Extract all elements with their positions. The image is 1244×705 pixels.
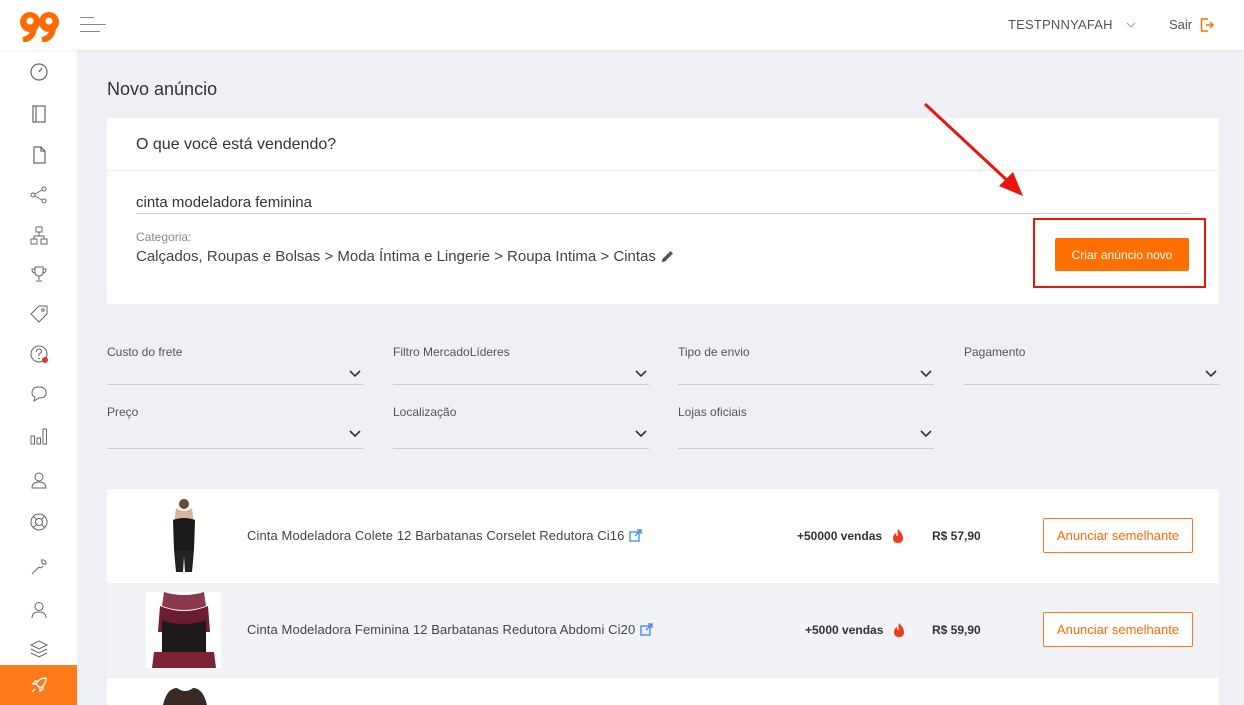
chevron-down-icon (920, 370, 932, 378)
sidebar-item-trophy[interactable] (0, 254, 77, 294)
sidebar-item-share[interactable] (0, 175, 77, 215)
external-link-icon[interactable] (629, 529, 643, 542)
product-row: Cinta Modeladora Colete 12 Barbatanas Co… (107, 489, 1219, 583)
chevron-down-icon (635, 430, 647, 438)
logout-button[interactable]: Sair (1169, 17, 1215, 32)
sidebar-item-document[interactable] (0, 135, 77, 175)
trophy-icon (30, 266, 47, 282)
filter-label: Localização (393, 405, 457, 419)
logout-label: Sair (1169, 17, 1193, 32)
filter-label: Lojas oficiais (678, 405, 747, 419)
sidebar-item-notebook[interactable] (0, 94, 77, 134)
sidebar-item-tools[interactable] (0, 547, 77, 587)
help-icon (30, 345, 48, 363)
chevron-down-icon (1205, 370, 1217, 378)
product-image[interactable] (146, 592, 221, 668)
sidebar-item-support[interactable] (0, 502, 77, 542)
layers-icon (29, 640, 48, 658)
category-label: Categoria: (136, 230, 192, 244)
chevron-down-icon (349, 430, 361, 438)
sidebar-item-layers[interactable] (0, 634, 77, 664)
share-icon (30, 186, 46, 204)
category-path-text: Calçados, Roupas e Bolsas > Moda Íntima … (136, 248, 656, 265)
chat-icon (30, 386, 47, 403)
logout-icon (1200, 17, 1215, 32)
filter-label: Preço (107, 405, 139, 419)
sales-count: +5000 vendas (805, 623, 884, 637)
external-link-icon[interactable] (640, 623, 653, 636)
brand-logo[interactable] (19, 10, 61, 43)
sales-count: +50000 vendas (797, 529, 883, 543)
sidebar-item-chat[interactable] (0, 374, 77, 414)
sidebar-item-help[interactable] (0, 334, 77, 374)
sidebar-item-hierarchy[interactable] (0, 216, 77, 256)
rocket-icon (31, 677, 47, 693)
chevron-down-icon (349, 370, 361, 378)
list-similar-button[interactable]: Anunciar semelhante (1043, 518, 1193, 553)
lifebuoy-icon (30, 513, 47, 531)
product-title-text: Cinta Modeladora Feminina 12 Barbatanas … (247, 622, 636, 637)
filter-label: Pagamento (964, 345, 1026, 359)
filter-shipping-cost[interactable]: Custo do frete (107, 345, 363, 385)
product-title-text: Cinta Modeladora Colete 12 Barbatanas Co… (247, 528, 625, 543)
filter-shipping-type[interactable]: Tipo de envio (678, 345, 934, 385)
filter-official-stores[interactable]: Lojas oficiais (678, 405, 934, 449)
fire-icon (893, 529, 904, 543)
tag-icon (29, 305, 47, 323)
sidebar (0, 50, 77, 705)
wrench-icon (31, 559, 47, 575)
filter-label: Custo do frete (107, 345, 183, 359)
product-row: Cinta Modeladora Feminina 12 Barbatanas … (107, 583, 1219, 677)
top-bar: TESTPNNYAFAH Sair (0, 0, 1244, 50)
filter-payment[interactable]: Pagamento (964, 345, 1219, 385)
product-price: R$ 57,90 (932, 529, 981, 543)
product-image[interactable] (146, 498, 221, 574)
sidebar-item-account[interactable] (0, 590, 77, 630)
username: TESTPNNYAFAH (1008, 17, 1113, 32)
bar-chart-icon (30, 428, 47, 445)
notebook-icon (31, 105, 46, 123)
product-title[interactable]: Cinta Modeladora Feminina 12 Barbatanas … (247, 622, 653, 637)
chevron-down-icon (920, 430, 932, 438)
list-similar-button[interactable]: Anunciar semelhante (1043, 612, 1193, 647)
filter-label: Tipo de envio (678, 345, 750, 359)
filter-mercadolideres[interactable]: Filtro MercadoLíderes (393, 345, 649, 385)
document-icon (32, 146, 46, 164)
sidebar-item-users[interactable] (0, 460, 77, 500)
annotation-arrow-icon (923, 102, 1023, 196)
chevron-down-icon (635, 370, 647, 378)
filter-price[interactable]: Preço (107, 405, 363, 449)
sidebar-item-rocket[interactable] (0, 665, 77, 705)
product-image[interactable] (157, 686, 213, 705)
page-title: Novo anúncio (107, 79, 218, 99)
product-sales: +50000 vendas (797, 528, 905, 544)
user-icon (31, 602, 46, 619)
dashboard-icon (29, 63, 48, 81)
product-title[interactable]: Cinta Modeladora Colete 12 Barbatanas Co… (247, 528, 643, 543)
fire-icon (894, 623, 905, 637)
menu-toggle-icon[interactable] (80, 16, 106, 34)
filter-label: Filtro MercadoLíderes (393, 345, 510, 359)
pencil-icon[interactable] (660, 249, 675, 264)
product-sales: +5000 vendas (805, 622, 906, 638)
sidebar-item-tag[interactable] (0, 294, 77, 334)
card-header: O que você está vendendo? (107, 118, 1219, 171)
product-price: R$ 59,90 (932, 623, 981, 637)
hierarchy-icon (30, 226, 47, 245)
users-icon (30, 472, 47, 489)
category-path[interactable]: Calçados, Roupas e Bolsas > Moda Íntima … (136, 248, 675, 265)
sidebar-item-dashboard[interactable] (0, 52, 77, 92)
user-menu[interactable]: TESTPNNYAFAH (1008, 17, 1137, 32)
sidebar-item-reports[interactable] (0, 416, 77, 456)
card-question: O que você está vendendo? (136, 136, 337, 153)
highlight-box (1033, 218, 1206, 288)
product-row (107, 678, 1219, 705)
chevron-down-icon (1126, 22, 1136, 28)
filter-location[interactable]: Localização (393, 405, 649, 449)
